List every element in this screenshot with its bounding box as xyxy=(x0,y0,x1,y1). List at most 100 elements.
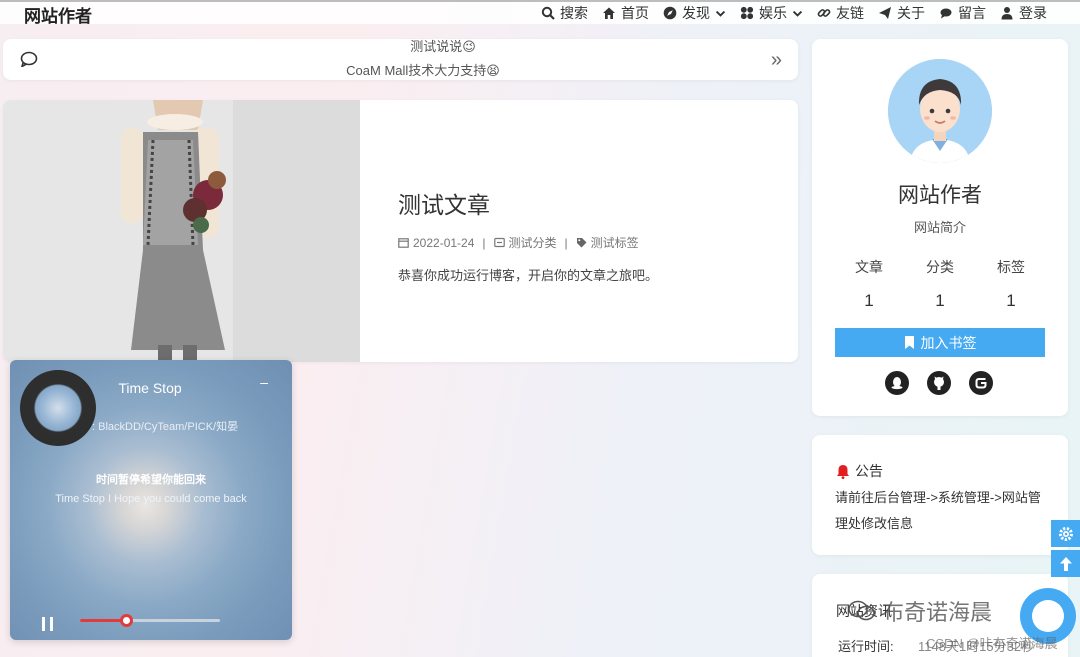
nav-guestbook[interactable]: 留言 xyxy=(939,3,986,23)
home-icon xyxy=(603,7,615,19)
ticker-line-1: 测试说说 xyxy=(410,39,463,54)
nav-label: 关于 xyxy=(897,5,925,21)
stat-value: 1 xyxy=(935,291,945,310)
qq-link[interactable] xyxy=(885,371,909,395)
stat-tags[interactable]: 标签 1 xyxy=(976,257,1046,311)
folder-icon xyxy=(493,237,505,248)
github-icon xyxy=(934,376,944,390)
site-title[interactable]: 网站作者 xyxy=(24,2,92,27)
album-disc[interactable] xyxy=(20,370,96,446)
user-icon xyxy=(1001,7,1013,20)
bookmark-label: 加入书签 xyxy=(920,334,977,351)
notice-header: 公告 xyxy=(836,461,883,481)
nav-label: 首页 xyxy=(621,5,649,21)
chat-bubble-icon xyxy=(20,51,38,67)
arrow-up-icon xyxy=(1059,556,1072,571)
chevron-down-icon xyxy=(792,10,803,17)
notice-card: 公告 请前往后台管理->系统管理->网站管理处修改信息 xyxy=(812,435,1068,555)
progress-knob[interactable] xyxy=(120,614,134,627)
stat-label: 文章 xyxy=(855,259,883,275)
calendar-icon xyxy=(398,238,409,248)
post-cover-image[interactable] xyxy=(3,100,360,362)
ticker-lines[interactable]: 测试说说😉 CoaM Mall技术大力支持😫 xyxy=(303,39,543,80)
gitee-link[interactable] xyxy=(969,371,993,395)
watermark-small: CSDN @咔布奇诺海晨 xyxy=(926,636,1058,651)
nav-friend-links[interactable]: 友链 xyxy=(817,3,864,23)
main-nav: 搜索 首页 发现 娱乐 友链 关于 留言 登录 xyxy=(541,3,1047,23)
stat-categories[interactable]: 分类 1 xyxy=(905,257,975,311)
post-body: 测试文章 2022-01-24 | 测试分类 | 测试标签 恭喜你成功运行博客，… xyxy=(398,186,658,284)
chevron-down-icon xyxy=(715,10,726,17)
post-card[interactable]: 测试文章 2022-01-24 | 测试分类 | 测试标签 恭喜你成功运行博客，… xyxy=(3,100,798,362)
lyric-line-en: Time Stop I Hope you could come back xyxy=(55,493,247,505)
meta-separator: | xyxy=(564,235,568,250)
back-to-top-button[interactable] xyxy=(1051,550,1080,577)
post-category[interactable]: 测试分类 xyxy=(509,234,557,251)
author-stats: 文章 1 分类 1 标签 1 xyxy=(834,257,1046,311)
pause-button[interactable] xyxy=(42,617,54,631)
stat-articles[interactable]: 文章 1 xyxy=(834,257,904,311)
nav-label: 搜索 xyxy=(560,5,588,21)
talk-ticker: 测试说说😉 CoaM Mall技术大力支持😫 » xyxy=(3,39,798,80)
watermark: 布奇诺海晨 xyxy=(848,595,992,627)
grid-icon xyxy=(740,6,754,20)
author-avatar[interactable] xyxy=(888,59,992,163)
settings-button[interactable] xyxy=(1051,520,1080,547)
gitee-icon xyxy=(975,378,987,389)
nav-label: 发现 xyxy=(682,5,710,21)
github-link[interactable] xyxy=(927,371,951,395)
tired-emoji-icon: 😫 xyxy=(486,63,500,78)
author-name: 网站作者 xyxy=(898,184,982,207)
nav-about[interactable]: 关于 xyxy=(878,3,925,23)
post-cover-illustration xyxy=(3,100,360,362)
nav-login[interactable]: 登录 xyxy=(1000,3,1047,23)
stat-value: 1 xyxy=(1006,291,1016,310)
post-title[interactable]: 测试文章 xyxy=(398,186,658,220)
meta-separator: | xyxy=(482,235,486,250)
watermark-text: 布奇诺海晨 xyxy=(882,600,993,625)
post-tag[interactable]: 测试标签 xyxy=(591,234,639,251)
nav-label: 娱乐 xyxy=(759,5,787,21)
search-icon xyxy=(541,6,555,20)
progress-track[interactable] xyxy=(80,614,220,627)
post-excerpt: 恭喜你成功运行博客，开启你的文章之旅吧。 xyxy=(398,268,659,283)
send-icon xyxy=(879,7,891,19)
ticker-line-2: CoaM Mall技术大力支持 xyxy=(346,63,487,78)
avatar-illustration xyxy=(888,59,992,163)
stat-label: 标签 xyxy=(997,259,1025,275)
bell-icon xyxy=(837,464,849,479)
comment-icon xyxy=(940,8,952,19)
stat-value: 1 xyxy=(864,291,874,310)
lyric-line-cn: 时间暂停希望你能回来 xyxy=(96,474,206,486)
post-meta: 2022-01-24 | 测试分类 | 测试标签 xyxy=(398,234,658,251)
wechat-watermark-icon xyxy=(848,600,875,621)
wink-emoji-icon: 😉 xyxy=(462,39,476,54)
nav-label: 登录 xyxy=(1019,5,1047,21)
qq-icon xyxy=(891,377,903,390)
minimize-button[interactable]: – xyxy=(260,374,268,390)
profile-card: 网站作者 网站简介 文章 1 分类 1 标签 1 加入书签 xyxy=(812,39,1068,416)
nav-home[interactable]: 首页 xyxy=(602,3,649,23)
song-title: Time Stop xyxy=(118,380,182,396)
add-bookmark-button[interactable]: 加入书签 xyxy=(835,328,1045,357)
music-player: Time Stop – : BlackDD/CyTeam/PICK/知晏 时间暂… xyxy=(10,360,292,640)
nav-label: 留言 xyxy=(958,5,986,21)
post-date: 2022-01-24 xyxy=(413,235,475,250)
pause-icon xyxy=(50,617,53,631)
song-artist: : BlackDD/CyTeam/PICK/知晏 xyxy=(92,421,239,433)
gear-icon xyxy=(1058,526,1073,541)
bookmark-icon xyxy=(904,336,914,349)
nav-entertainment[interactable]: 娱乐 xyxy=(740,3,803,23)
nav-search[interactable]: 搜索 xyxy=(541,3,588,23)
ticker-next-button[interactable]: » xyxy=(771,49,782,72)
compass-icon xyxy=(663,6,677,20)
pause-icon xyxy=(42,617,45,631)
notice-text: 请前往后台管理->系统管理->网站管理处修改信息 xyxy=(835,490,1041,531)
social-links xyxy=(885,371,993,395)
runtime-label: 运行时间: xyxy=(838,639,894,654)
notice-title: 公告 xyxy=(855,463,883,479)
author-bio: 网站简介 xyxy=(913,220,966,235)
nav-discover[interactable]: 发现 xyxy=(663,3,726,23)
nav-label: 友链 xyxy=(836,5,864,21)
tag-icon xyxy=(576,238,587,248)
